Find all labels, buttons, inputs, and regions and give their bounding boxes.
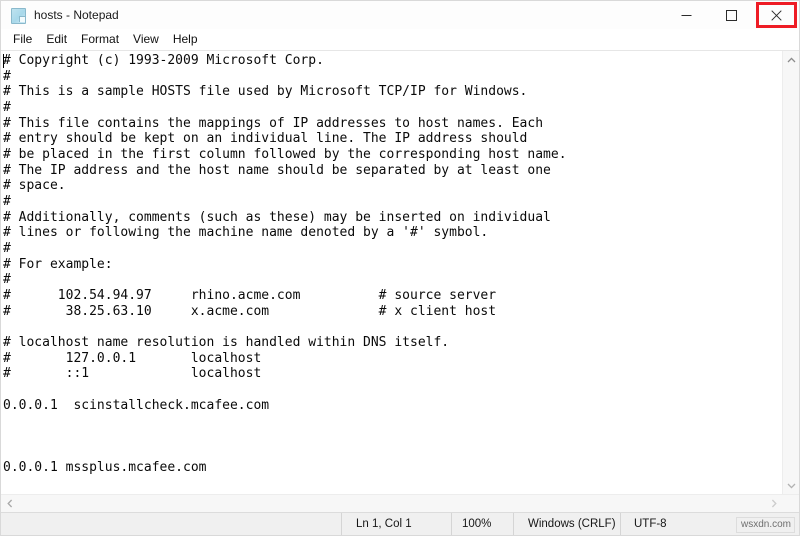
scroll-down-arrow-icon: [787, 483, 795, 489]
notepad-window: hosts - Notepad File Edit Format View He…: [0, 0, 800, 536]
menu-item-help[interactable]: Help: [166, 30, 205, 49]
scroll-right-arrow-icon: [771, 499, 777, 508]
minimize-button[interactable]: [664, 1, 709, 29]
status-encoding: UTF-8: [620, 513, 684, 535]
scroll-right-button[interactable]: [765, 495, 782, 512]
maximize-button[interactable]: [709, 1, 754, 29]
minimize-icon: [681, 14, 692, 16]
menu-item-edit[interactable]: Edit: [39, 30, 74, 49]
scroll-left-arrow-icon: [6, 499, 12, 508]
horizontal-scrollbar[interactable]: [1, 495, 782, 512]
menu-item-file[interactable]: File: [6, 30, 39, 49]
scroll-up-button[interactable]: [783, 51, 800, 68]
status-cursor-position: Ln 1, Col 1: [341, 513, 451, 535]
status-bar: Ln 1, Col 1 100% Windows (CRLF) UTF-8 ws…: [1, 512, 799, 535]
window-title: hosts - Notepad: [34, 8, 119, 22]
status-zoom-level[interactable]: 100%: [451, 513, 513, 535]
editor-row: # Copyright (c) 1993-2009 Microsoft Corp…: [1, 51, 799, 494]
title-bar: hosts - Notepad: [1, 1, 799, 29]
close-button[interactable]: [754, 1, 799, 29]
vertical-scrollbar[interactable]: [782, 51, 799, 494]
scroll-down-button[interactable]: [783, 477, 800, 494]
watermark: wsxdn.com: [735, 517, 795, 533]
maximize-icon: [726, 9, 737, 21]
scroll-left-button[interactable]: [1, 495, 18, 512]
status-line-endings: Windows (CRLF): [513, 513, 620, 535]
menu-item-view[interactable]: View: [126, 30, 166, 49]
close-button-inner: [754, 1, 799, 29]
notepad-document-icon: [10, 7, 26, 24]
menu-bar: File Edit Format View Help: [1, 29, 799, 51]
menu-item-format[interactable]: Format: [74, 30, 126, 49]
title-bar-left: hosts - Notepad: [1, 7, 664, 24]
close-icon: [771, 9, 782, 21]
status-bar-spacer: [1, 513, 341, 535]
editor-text: # Copyright (c) 1993-2009 Microsoft Corp…: [3, 53, 567, 476]
text-editor[interactable]: # Copyright (c) 1993-2009 Microsoft Corp…: [1, 51, 782, 494]
window-controls: [664, 1, 799, 29]
text-caret: [3, 54, 4, 68]
scroll-up-arrow-icon: [787, 56, 795, 62]
vertical-scrollbar-track[interactable]: [783, 68, 800, 477]
scrollbar-corner: [782, 495, 799, 512]
horizontal-scrollbar-row: [1, 494, 799, 512]
